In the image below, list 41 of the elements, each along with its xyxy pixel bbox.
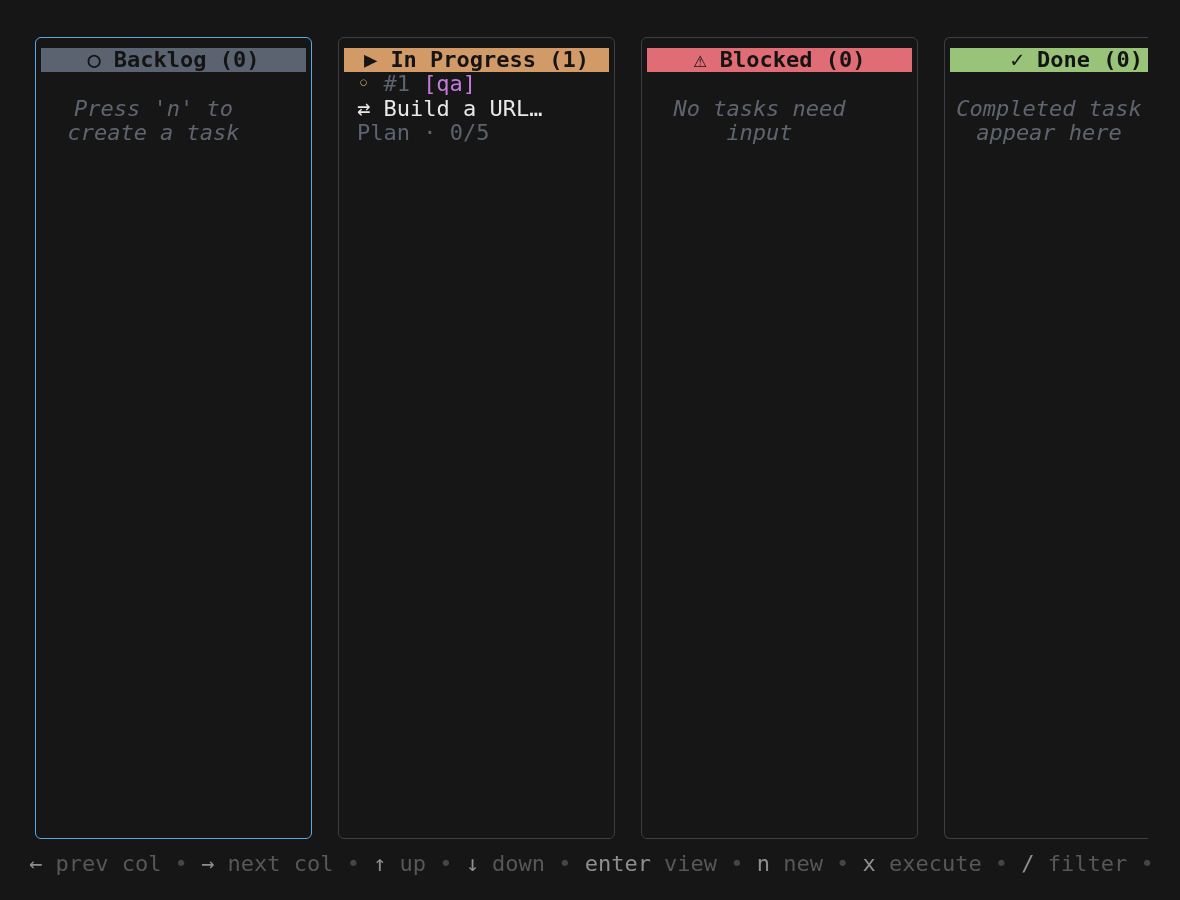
- bullet-separator: •: [994, 852, 1009, 877]
- task-number: #1: [383, 72, 410, 97]
- task-progress: Plan · 0/5: [357, 121, 490, 146]
- shortcut-key: →: [201, 852, 215, 877]
- check-icon: ✓: [1010, 47, 1024, 73]
- shortcut-label: up: [399, 852, 426, 877]
- column-title: In Progress (1): [390, 47, 590, 73]
- warning-icon: ⚠: [693, 47, 707, 73]
- shortcut-label: next col: [227, 852, 334, 877]
- empty-state-text: No tasks need input: [672, 96, 847, 146]
- bullet-separator: •: [558, 852, 572, 877]
- column-title: Done (0): [1037, 47, 1143, 73]
- shortcut-key: x: [862, 852, 876, 877]
- status-circle-icon: ◦: [357, 72, 371, 97]
- shortcut-key: n: [756, 852, 770, 877]
- shortcut-label: prev col: [55, 852, 162, 877]
- shortcut-label: down: [492, 852, 546, 877]
- circle-icon: ○: [87, 47, 101, 73]
- bullet-separator: •: [1140, 852, 1154, 877]
- bullet-separator: •: [836, 852, 850, 877]
- bullet-separator: •: [174, 852, 188, 877]
- bullet-separator: •: [346, 852, 360, 877]
- swap-arrows-icon: ⇄: [357, 96, 371, 121]
- bullet-separator: •: [439, 852, 453, 877]
- column-title: Blocked (0): [719, 47, 866, 73]
- shortcut-label: new: [783, 852, 823, 877]
- shortcut-key: ↓: [465, 852, 479, 877]
- task-title[interactable]: Build a URL…: [383, 96, 543, 121]
- shortcut-label: filter: [1047, 852, 1128, 877]
- shortcut-label: execute: [888, 852, 982, 877]
- shortcut-key: ↑: [373, 852, 387, 877]
- shortcut-key: ←: [29, 852, 43, 877]
- bullet-separator: •: [730, 852, 744, 877]
- play-triangle-icon: ▶: [363, 47, 378, 73]
- shortcut-key: enter: [584, 852, 651, 877]
- shortcut-key: /: [1021, 852, 1035, 877]
- column-title: Backlog (0): [113, 47, 260, 73]
- task-tag: [qa]: [423, 72, 477, 97]
- empty-state-text: Press 'n' to create a task: [66, 96, 241, 146]
- shortcut-label: view: [664, 852, 718, 877]
- empty-state-text: Completed task appear here: [955, 96, 1143, 146]
